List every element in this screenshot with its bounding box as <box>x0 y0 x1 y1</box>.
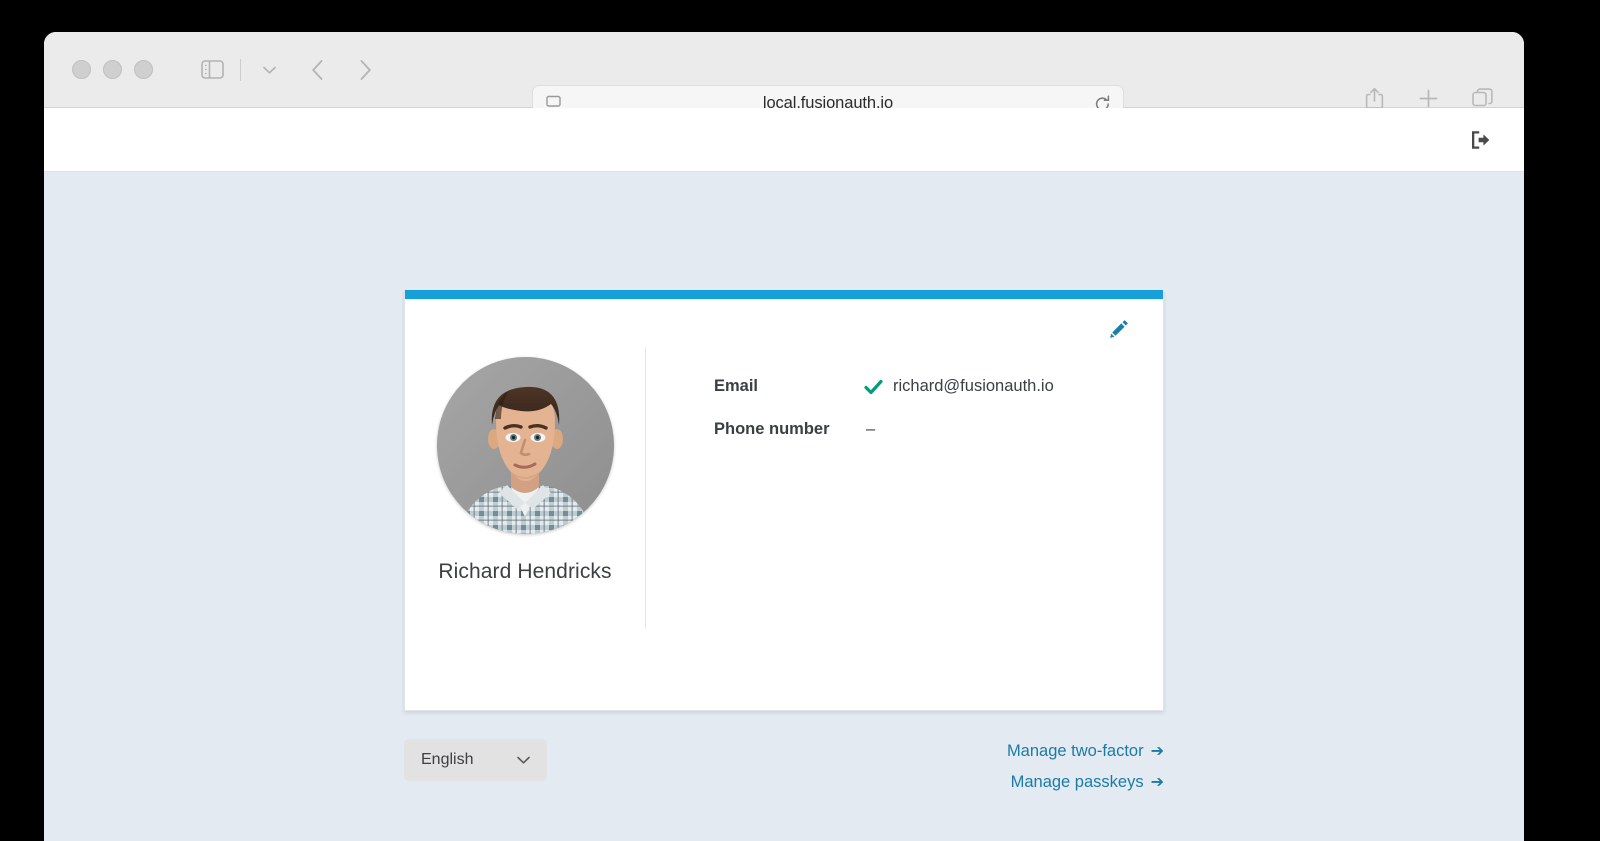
profile-summary-column: Richard Hendricks <box>405 347 646 629</box>
card-body: Richard Hendricks Email richard@fusionau… <box>405 299 1163 719</box>
manage-links: Manage two-factor ➔ Manage passkeys ➔ <box>1007 739 1164 792</box>
web-page-content: Richard Hendricks Email richard@fusionau… <box>44 108 1524 841</box>
detail-label: Email <box>714 377 759 395</box>
forward-arrow-icon[interactable] <box>350 55 380 85</box>
verified-check-icon <box>864 379 883 395</box>
logout-icon[interactable] <box>1468 127 1494 153</box>
arrow-right-icon: ➔ <box>1150 773 1164 791</box>
pencil-icon[interactable] <box>1107 317 1131 341</box>
window-traffic-lights <box>72 60 153 79</box>
card-accent-bar <box>405 290 1163 299</box>
chevron-down-icon[interactable] <box>252 54 286 86</box>
user-avatar-photo <box>436 357 614 534</box>
detail-value: richard@fusionauth.io <box>864 377 1054 396</box>
manage-two-factor-link[interactable]: Manage two-factor ➔ <box>1007 742 1164 761</box>
manage-passkeys-link[interactable]: Manage passkeys ➔ <box>1011 773 1164 792</box>
toolbar-divider <box>240 58 241 81</box>
chevron-down-icon <box>516 755 531 765</box>
manage-two-factor-label: Manage two-factor <box>1006 742 1144 760</box>
profile-details-column: Email richard@fusionauth.io Phone number <box>646 299 1163 719</box>
profile-name: Richard Hendricks <box>438 560 612 583</box>
sidebar-toggle-icon[interactable] <box>195 54 229 86</box>
detail-row-phone: Phone number – <box>714 420 1163 439</box>
zoom-button[interactable] <box>134 60 153 79</box>
sidebar-controls <box>195 54 286 86</box>
browser-window: local.fusionauth.io Richard Hendricks Em… <box>44 32 1524 841</box>
navigation-buttons <box>302 55 380 85</box>
detail-label: Phone number <box>714 420 830 438</box>
manage-passkeys-label: Manage passkeys <box>1010 773 1144 791</box>
language-select[interactable]: English <box>404 739 547 781</box>
phone-text: – <box>866 420 876 438</box>
detail-row-email: Email richard@fusionauth.io <box>714 377 1163 396</box>
footer-controls: English Manage two-factor ➔ Manage passk… <box>404 739 1164 792</box>
back-arrow-icon[interactable] <box>302 55 332 85</box>
close-button[interactable] <box>72 60 91 79</box>
app-header <box>44 108 1524 172</box>
arrow-right-icon: ➔ <box>1150 742 1164 760</box>
email-text: richard@fusionauth.io <box>893 377 1054 395</box>
language-select-value: English <box>421 751 474 768</box>
browser-toolbar: local.fusionauth.io <box>44 32 1524 122</box>
profile-card: Richard Hendricks Email richard@fusionau… <box>404 290 1164 711</box>
avatar <box>436 357 614 534</box>
minimize-button[interactable] <box>103 60 122 79</box>
detail-value: – <box>864 420 875 439</box>
